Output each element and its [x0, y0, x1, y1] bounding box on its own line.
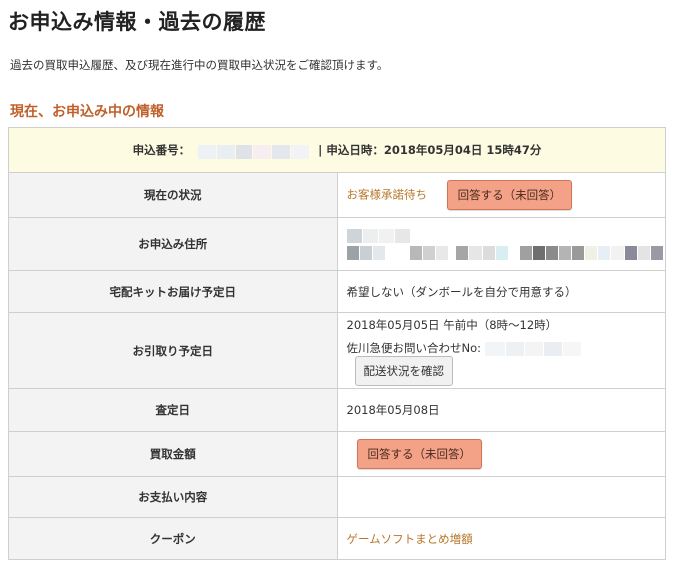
- kit-label: 宅配キットお届け予定日: [8, 270, 338, 313]
- table-row: クーポン ゲームソフトまとめ増額: [8, 517, 666, 560]
- tracking-label: 佐川急便お問い合わせNo:: [346, 340, 482, 355]
- price-label: 買取金額: [8, 431, 338, 477]
- section-heading: 現在、お申込み中の情報: [10, 104, 164, 120]
- pickup-label: お引取り予定日: [8, 312, 338, 389]
- table-row: お引取り予定日 2018年05月05日 午前中（8時～12時） 佐川急便お問い合…: [8, 312, 666, 389]
- table-row: 現在の状況 お客様承諾待ち 回答する（未回答）: [8, 172, 666, 218]
- page-description: 過去の買取申込履歴、及び現在進行中の買取申込状況をご確認頂けます。: [10, 58, 389, 72]
- assessment-value: 2018年05月08日: [336, 388, 666, 432]
- application-number-label: 申込番号：: [132, 143, 191, 157]
- payment-value: [336, 476, 666, 518]
- application-header-cell: 申込番号： | 申込日時：2018年05月04日 15時47分: [8, 127, 666, 173]
- coupon-value: ゲームソフトまとめ増額: [346, 531, 473, 546]
- assessment-label: 査定日: [8, 388, 338, 432]
- table-row: 買取金額 回答する（未回答）: [8, 431, 666, 477]
- application-info-table: 申込番号： | 申込日時：2018年05月04日 15時47分 現在の状況 お客…: [8, 127, 666, 560]
- application-number-redacted: [194, 144, 314, 159]
- tracking-number-redacted: [484, 342, 583, 356]
- price-answer-button[interactable]: 回答する（未回答）: [356, 439, 482, 469]
- status-value-cell: お客様承諾待ち 回答する（未回答）: [336, 172, 666, 218]
- table-row: お申込み住所: [8, 217, 666, 271]
- tracking-status-button[interactable]: 配送状況を確認: [354, 355, 453, 386]
- coupon-label: クーポン: [8, 517, 338, 560]
- pickup-date: 2018年05月05日 午前中（8時～12時）: [346, 317, 558, 332]
- status-value: お客様承諾待ち: [346, 187, 428, 202]
- coupon-value-cell: ゲームソフトまとめ増額: [336, 517, 666, 560]
- status-answer-button[interactable]: 回答する（未回答）: [446, 180, 573, 210]
- kit-value: 希望しない（ダンボールを自分で用意する）: [336, 270, 666, 313]
- table-row: 宅配キットお届け予定日 希望しない（ダンボールを自分で用意する）: [8, 270, 666, 313]
- address-label: お申込み住所: [8, 217, 338, 271]
- table-row: お支払い内容: [8, 476, 666, 518]
- table-row: 査定日 2018年05月08日: [8, 388, 666, 432]
- application-header-row: 申込番号： | 申込日時：2018年05月04日 15時47分: [8, 127, 666, 173]
- tracking-line: 佐川急便お問い合わせNo: 配送状況を確認: [347, 340, 665, 386]
- pickup-value-cell: 2018年05月05日 午前中（8時～12時） 佐川急便お問い合わせNo: 配送…: [336, 312, 666, 389]
- price-value-cell: 回答する（未回答）: [336, 431, 666, 477]
- status-label: 現在の状況: [8, 172, 338, 218]
- address-value-redacted: [336, 217, 666, 271]
- page-title: お申込み情報・過去の履歴: [8, 10, 266, 34]
- application-date: | 申込日時：2018年05月04日 15時47分: [318, 143, 542, 157]
- payment-label: お支払い内容: [8, 476, 338, 518]
